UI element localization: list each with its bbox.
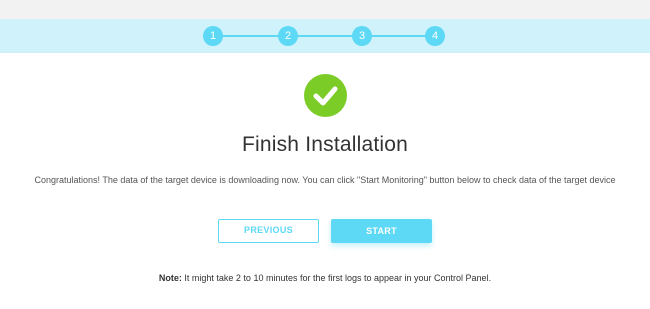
step-4[interactable]: 4 xyxy=(425,26,445,46)
note-text: Note: It might take 2 to 10 minutes for … xyxy=(0,273,650,283)
stepper-connector xyxy=(221,35,435,37)
progress-stepper: 1 2 3 4 xyxy=(0,19,650,53)
checkmark-icon xyxy=(313,86,338,106)
start-button[interactable]: START xyxy=(331,219,432,243)
success-check-badge xyxy=(304,74,347,117)
note-body: It might take 2 to 10 minutes for the fi… xyxy=(181,273,492,283)
completion-message: Congratulations! The data of the target … xyxy=(34,175,616,185)
step-1[interactable]: 1 xyxy=(203,26,223,46)
previous-button[interactable]: PREVIOUS xyxy=(218,219,319,243)
top-strip xyxy=(0,0,650,19)
page-title: Finish Installation xyxy=(241,133,409,156)
note-label: Note: xyxy=(158,273,182,283)
step-2[interactable]: 2 xyxy=(278,26,298,46)
step-3[interactable]: 3 xyxy=(352,26,372,46)
